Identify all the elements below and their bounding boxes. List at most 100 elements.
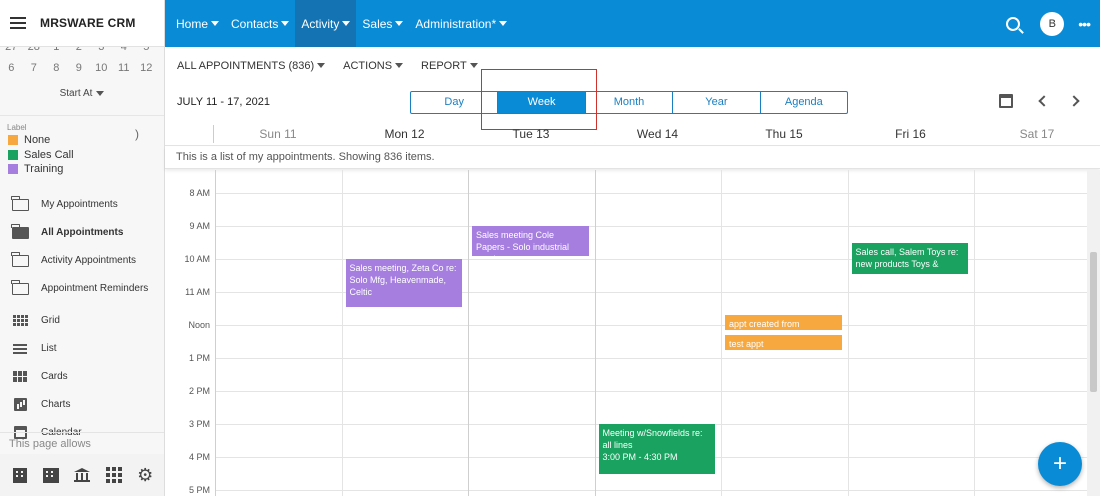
sidebar-item-label: All Appointments (41, 227, 124, 238)
appointment-event[interactable]: test appt (725, 334, 842, 350)
hour-line (215, 490, 1087, 491)
chevron-down-icon (317, 63, 326, 68)
settings-gear-icon[interactable]: ⚙ (135, 465, 155, 485)
sidebar-nav: My Appointments All Appointments Activity … (0, 191, 164, 447)
calendar-picker-icon[interactable] (999, 94, 1013, 108)
folder-icon (11, 279, 29, 296)
all-appointments-dropdown[interactable]: ALL APPOINTMENTS (836) (177, 60, 326, 72)
appointment-event[interactable]: Sales call, Salem Toys re: new products … (851, 242, 968, 274)
sidebar-item-grid[interactable]: Grid (0, 307, 164, 335)
menu-item-label: Home (176, 16, 209, 31)
chevron-down-icon (281, 21, 290, 26)
search-icon[interactable] (1006, 16, 1021, 31)
appointment-event[interactable]: Sales meeting Cole Papers - Solo industr… (472, 226, 589, 256)
mini-calendar-day[interactable]: 9 (68, 62, 91, 74)
appointment-title: Meeting w/Snowfields re: all lines (602, 428, 703, 450)
appointment-event[interactable]: appt created from (725, 315, 842, 330)
chevron-right-icon[interactable] (1068, 95, 1080, 107)
day-header-fri-16[interactable]: Fri 16 (848, 127, 974, 141)
folder-icon (11, 195, 29, 212)
list-icon (11, 342, 29, 356)
sidebar-item-list[interactable]: List (0, 335, 164, 363)
menu-item-administration[interactable]: Administration* (409, 0, 513, 47)
week-grid[interactable]: 8 AM 9 AM 10 AM 11 AM Noon 1 PM 2 PM 3 PM 4 PM 5 … (165, 170, 1087, 496)
mini-calendar[interactable]: 27 28 1 2 3 4 5 6 7 8 9 10 11 12 (0, 47, 164, 85)
mini-calendar-day[interactable]: 1 (45, 47, 68, 53)
hamburger-menu-icon[interactable] (10, 17, 26, 29)
sidebar-item-cards[interactable]: Cards (0, 363, 164, 391)
sidebar-header: MRSWARE CRM (0, 0, 164, 47)
menu-item-sales[interactable]: Sales (356, 0, 409, 47)
day-header-sun-11[interactable]: Sun 11 (215, 127, 341, 141)
charts-icon (11, 398, 29, 412)
buildings-icon[interactable] (41, 465, 61, 485)
day-header-mon-12[interactable]: Mon 12 (342, 127, 468, 141)
sidebar-item-all-appointments[interactable]: All Appointments (0, 219, 164, 247)
bank-icon[interactable] (72, 465, 92, 485)
help-text: This page allows (0, 432, 164, 454)
grid-icon (11, 314, 29, 328)
mini-calendar-day[interactable]: 12 (135, 62, 158, 74)
legend-swatch (8, 164, 18, 175)
menu-item-label: Sales (362, 16, 393, 31)
divider (213, 125, 214, 143)
view-agenda-button[interactable]: Agenda (761, 92, 847, 113)
start-at-dropdown[interactable]: Start At (0, 85, 164, 115)
menu-item-activity[interactable]: Activity (295, 0, 357, 47)
day-column-divider (215, 170, 216, 496)
sidebar: MRSWARE CRM 27 28 1 2 3 4 5 6 7 8 9 10 11 12 Start A… (0, 0, 165, 496)
mini-calendar-day[interactable]: 28 (23, 47, 46, 53)
folder-icon (11, 251, 29, 268)
sidebar-item-my-appointments[interactable]: My Appointments (0, 191, 164, 219)
mini-calendar-day[interactable]: 4 (113, 47, 136, 53)
mini-calendar-day[interactable]: 8 (45, 62, 68, 74)
legend-item[interactable]: Training (0, 162, 164, 177)
hour-label: 11 AM (185, 287, 210, 297)
menu-item-label: Administration* (415, 16, 497, 31)
scroll-thumb[interactable] (1090, 252, 1097, 392)
appointment-event[interactable]: Meeting w/Snowfields re: all lines 3:00 P… (598, 424, 715, 474)
mini-calendar-day[interactable]: 7 (23, 62, 46, 74)
actions-dropdown[interactable]: ACTIONS (343, 60, 404, 72)
view-year-button[interactable]: Year (673, 92, 761, 113)
chevron-left-icon[interactable] (1038, 95, 1050, 107)
hour-line (215, 226, 1087, 227)
menu-item-home[interactable]: Home (170, 0, 225, 47)
mini-calendar-day[interactable]: 2 (68, 47, 91, 53)
hour-label: 9 AM (189, 221, 210, 231)
hour-label: 3 PM (188, 419, 210, 429)
vertical-scrollbar[interactable] (1087, 170, 1100, 496)
day-header-wed-14[interactable]: Wed 14 (595, 127, 721, 141)
menu-item-contacts[interactable]: Contacts (225, 0, 295, 47)
top-nav-bar: Home Contacts Activity Sales Administration*… (165, 0, 1100, 47)
chevron-down-icon (499, 21, 508, 26)
legend-item[interactable]: Sales Call (0, 148, 164, 163)
app-brand: MRSWARE CRM (40, 16, 136, 30)
avatar[interactable]: B (1040, 11, 1065, 36)
sidebar-item-label: Cards (41, 371, 68, 382)
sidebar-item-charts[interactable]: Charts (0, 391, 164, 419)
apps-icon[interactable] (104, 465, 124, 485)
sidebar-item-activity-appointments[interactable]: Activity Appointments (0, 247, 164, 275)
sidebar-footer: ⚙ (0, 454, 164, 496)
companies-icon[interactable] (10, 465, 30, 485)
sidebar-item-appointment-reminders[interactable]: Appointment Reminders (0, 275, 164, 303)
mini-calendar-day[interactable]: 11 (113, 62, 136, 74)
sidebar-item-label: List (41, 343, 57, 354)
day-header-thu-15[interactable]: Thu 15 (721, 127, 847, 141)
more-options-icon[interactable]: ••• (1078, 16, 1091, 32)
day-header-tue-13[interactable]: Tue 13 (468, 127, 594, 141)
mini-calendar-day[interactable]: 5 (135, 47, 158, 53)
appointment-event[interactable]: Sales meeting, Zeta Co re: Solo Mfg, Hea… (345, 259, 462, 307)
day-header-sat-17[interactable]: Sat 17 (974, 127, 1100, 141)
report-dropdown[interactable]: REPORT (421, 60, 478, 72)
add-appointment-button[interactable]: + (1038, 442, 1082, 486)
mini-calendar-day[interactable]: 3 (90, 47, 113, 53)
folder-filled-icon (11, 223, 29, 240)
hour-label: 1 PM (188, 353, 210, 363)
view-month-button[interactable]: Month (586, 92, 674, 113)
chevron-down-icon (342, 21, 351, 26)
mini-calendar-day[interactable]: 10 (90, 62, 113, 74)
mini-calendar-day[interactable]: 27 (0, 47, 23, 53)
mini-calendar-day[interactable]: 6 (0, 62, 23, 74)
